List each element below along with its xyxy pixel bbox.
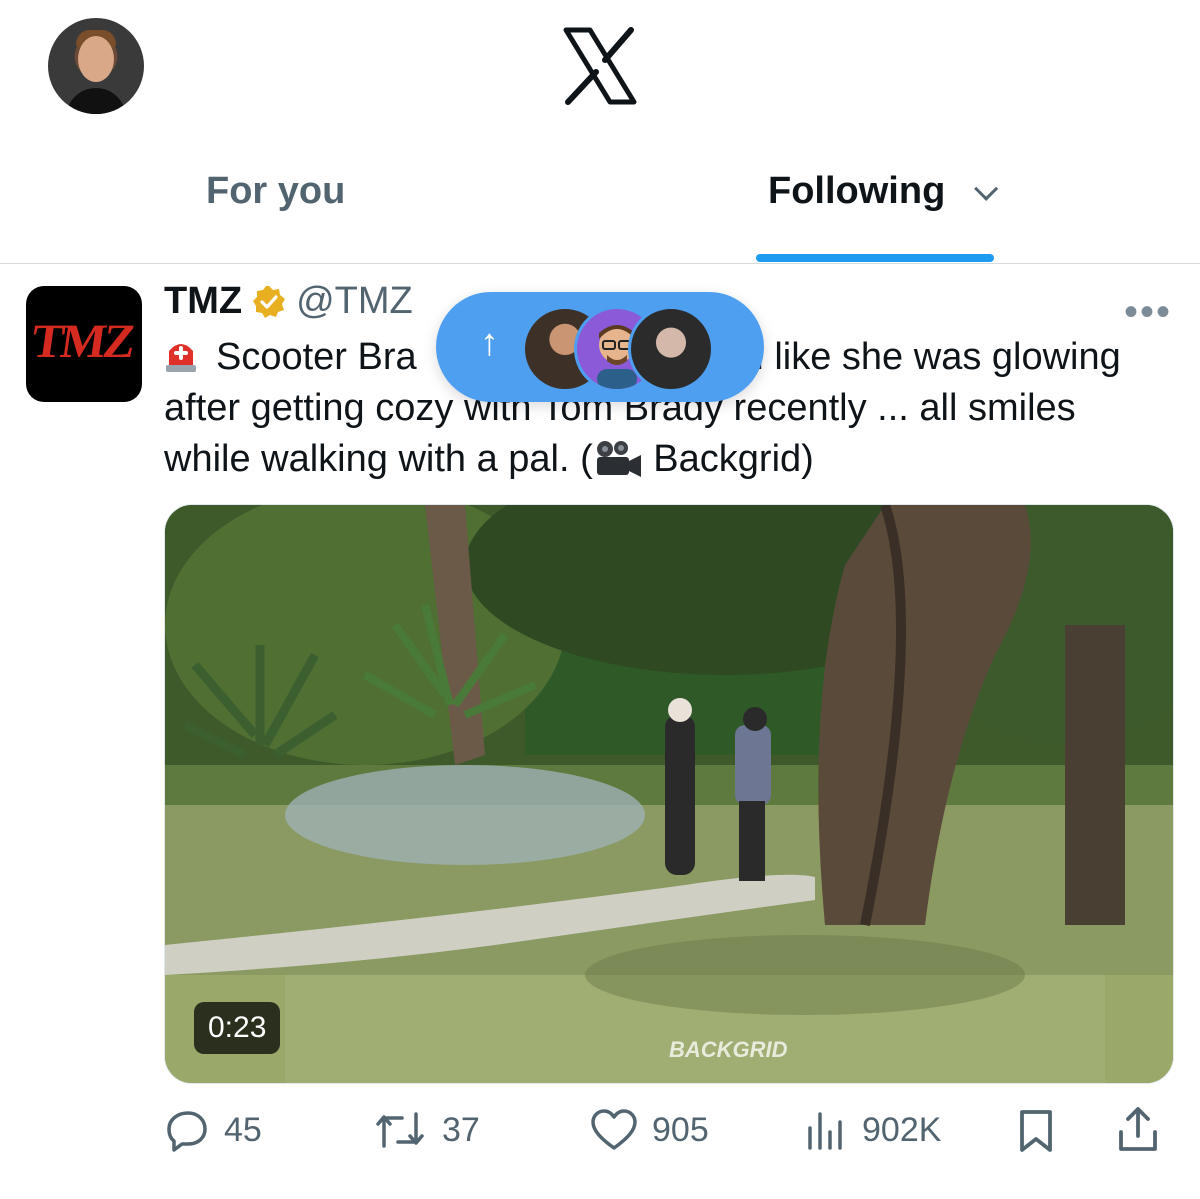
more-dots-icon[interactable]: ••• [1124,290,1172,335]
share-button[interactable] [1116,1106,1174,1154]
tweet-text-line-2-end: recently ... all smiles [723,387,1076,429]
repost-button[interactable]: 37 [372,1108,480,1152]
author-handle[interactable]: @TMZ [296,280,413,323]
arrow-up-icon: ↑ [480,322,499,364]
timeline-tabs: For you Following [0,150,1200,262]
views-button[interactable]: 902K [804,1108,941,1152]
bookmark-button[interactable] [1016,1108,1070,1154]
author-name[interactable]: TMZ [164,280,242,323]
tabs-divider [0,263,1200,264]
tweet-actions: 45 37 905 902K [0,1100,1200,1164]
tweet-text-line-3-start: while walking with a pal. ( [164,438,593,480]
tweet-text-line-3-end: Backgrid) [642,438,814,480]
x-logo [563,27,637,105]
user-avatar[interactable] [48,18,144,114]
tweet-header: TMZ @TMZ [164,280,413,323]
chevron-down-icon[interactable] [973,176,999,201]
share-icon [1119,1107,1157,1151]
tab-for-you-label: For you [206,170,346,212]
video-thumbnail: BACKGRID [165,505,1173,1083]
tab-for-you[interactable]: For you [206,170,345,213]
movie-camera-emoji-icon [593,439,643,479]
like-count: 905 [652,1110,709,1149]
tmz-avatar[interactable]: TMZ [26,286,142,402]
siren-emoji-icon [164,336,198,372]
gold-verified-icon[interactable] [252,285,286,319]
tab-following-label: Following [768,170,946,212]
new-post-avatar-3 [628,306,714,392]
active-tab-indicator [756,254,994,262]
video-duration-badge: 0:23 [194,1002,281,1054]
tweet-text-line-1-end: d like she was glowing [742,336,1121,378]
repost-count: 37 [442,1110,480,1149]
like-button[interactable]: 905 [590,1108,709,1152]
repost-icon [376,1112,424,1148]
new-posts-pill[interactable]: ↑ [436,292,764,402]
views-count: 902K [862,1110,942,1149]
reply-count: 45 [224,1110,262,1149]
tweet-text-line-2-start: after getting cozy [164,387,464,429]
backgrid-watermark: BACKGRID [669,1037,788,1062]
views-icon [808,1112,842,1150]
tweet-text-line-1-start: Scooter Bra [216,336,417,378]
tab-following[interactable]: Following [768,170,999,213]
bookmark-icon [1020,1110,1052,1152]
tweet-text-line-3: while walking with a pal. ( Backgrid) [164,434,1174,485]
reply-icon [167,1111,207,1152]
tweet-video[interactable]: BACKGRID [164,504,1174,1084]
tmz-logo-text: TMZ [28,315,137,368]
heart-icon [591,1109,637,1150]
reply-button[interactable]: 45 [166,1108,262,1152]
